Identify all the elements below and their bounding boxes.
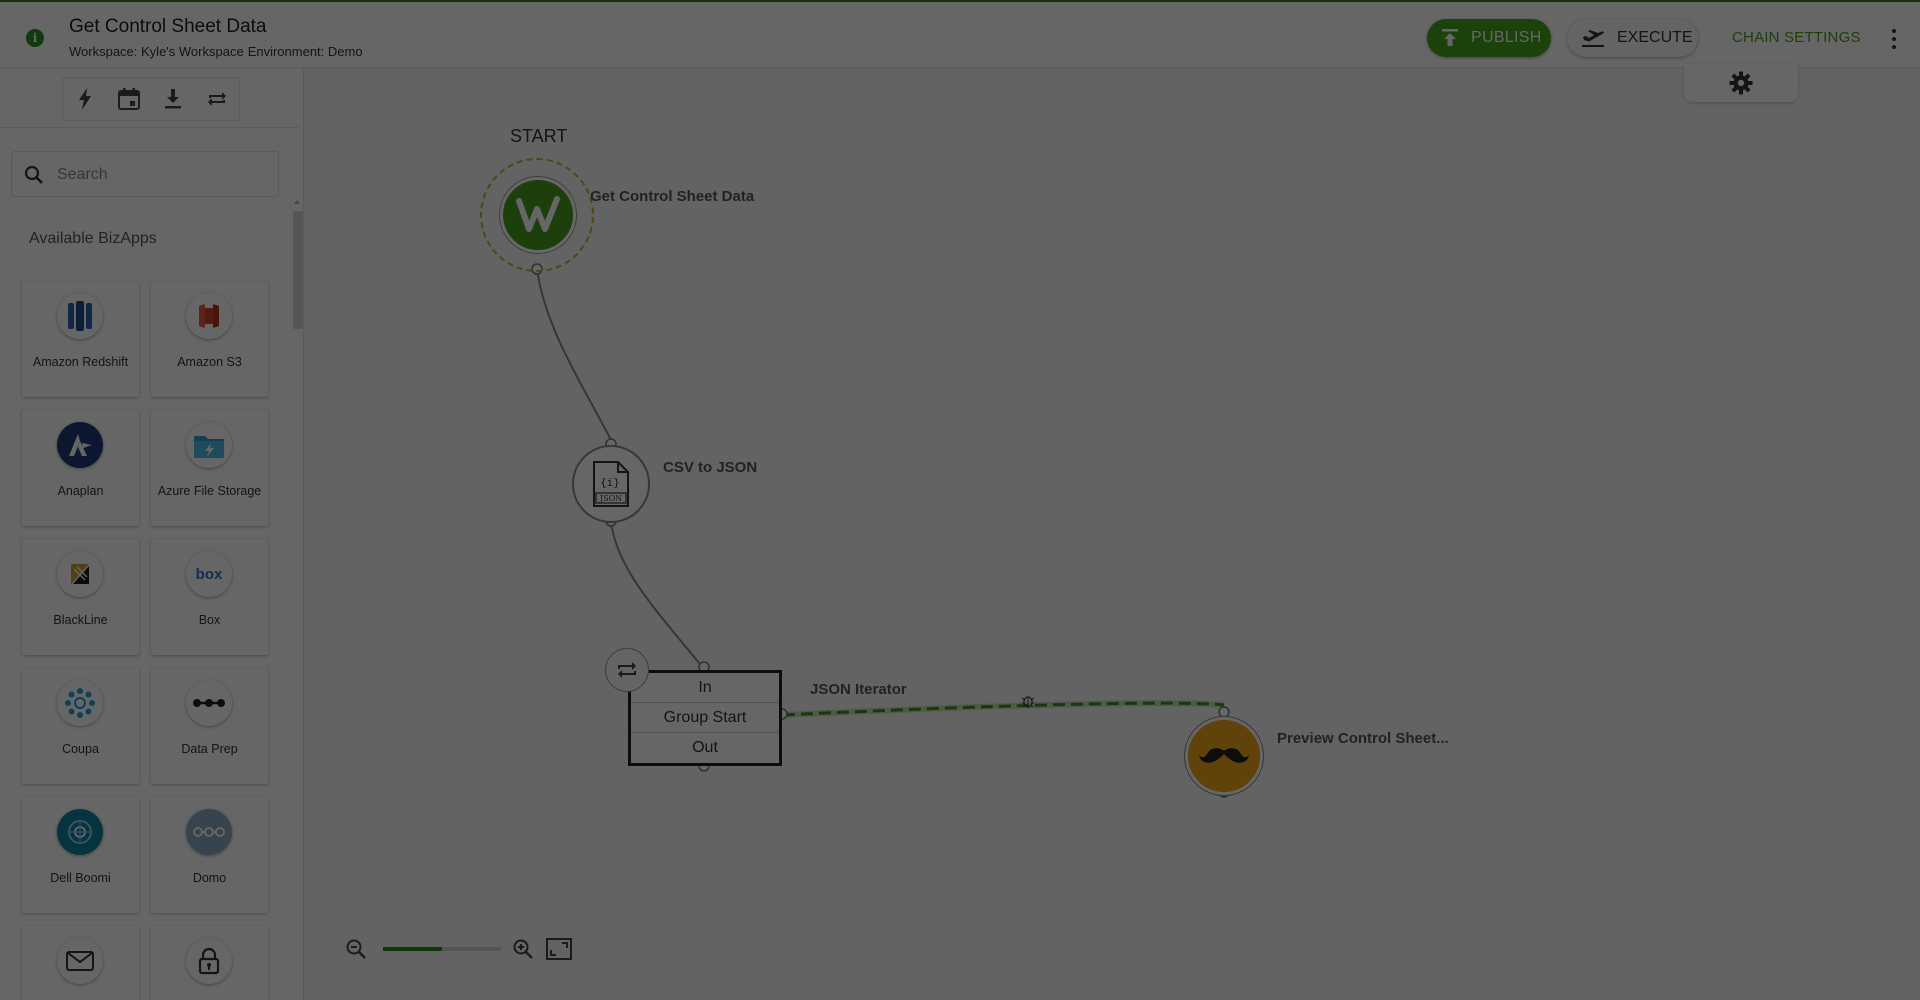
bizapp-card-azure-file-storage[interactable]: Azure File Storage [151,410,268,526]
zoom-slider-fill [383,947,442,951]
bizapp-label: Anaplan [57,484,104,498]
start-node[interactable] [500,177,576,253]
info-icon[interactable]: i [26,29,44,47]
search-box[interactable] [11,151,279,197]
workspace-label: Workspace: Kyle's Workspace [69,44,244,59]
bizapp-label: Domo [192,871,227,885]
zoom-slider[interactable] [383,947,501,951]
start-label: START [510,126,568,146]
bizapp-card-coupa[interactable]: Coupa [22,668,139,784]
anaplan-icon [57,422,103,468]
trigger-event-button[interactable] [63,78,107,120]
workiva-logo-icon [516,196,560,232]
trigger-loop-button[interactable] [195,78,239,120]
bizapp-card-lock[interactable] [151,926,268,1000]
bizapp-card-amazon-s3[interactable]: Amazon S3 [151,281,268,397]
group-start-row[interactable]: Group Start [631,703,779,733]
bizapp-card-domo[interactable]: Domo [151,797,268,913]
json-file-icon: {i} JSON [593,461,629,507]
calendar-icon [118,88,140,110]
fit-to-screen-icon[interactable] [546,938,572,960]
section-title: Available BizApps [29,230,157,247]
amazon-redshift-icon [57,293,103,339]
publish-icon [1442,29,1458,46]
mustache-icon [1199,748,1249,763]
lightning-icon [79,88,91,110]
box-icon: box [186,551,232,597]
gear-icon [1729,71,1753,95]
publish-label: PUBLISH [1471,29,1542,46]
svg-text:box: box [196,566,223,583]
svg-text:{i}: {i} [600,476,620,489]
bizapp-card-blackline[interactable]: BlackLine [22,539,139,655]
airplane-takeoff-icon [1582,30,1604,47]
preview-node-label: Preview Control Sheet... [1277,730,1449,747]
bizapp-label: Coupa [62,742,99,756]
bizapp-label: BlackLine [53,613,108,627]
wire-csv-to-group [610,521,705,670]
amazon-s3-icon [186,293,232,339]
divider [0,127,300,128]
data-prep-icon [186,680,232,726]
bizapp-label: Dell Boomi [50,871,111,885]
execute-label: EXECUTE [1617,29,1693,46]
csv-node-label: CSV to JSON [663,459,758,476]
bizapp-label: Amazon Redshift [32,355,129,369]
workflow-canvas[interactable]: START Get Control Sheet Data {i} JSON CS… [305,69,1920,1000]
bizapp-label: Amazon S3 [177,355,242,369]
scroll-up-arrow[interactable] [294,200,300,204]
zoom-controls [345,938,577,960]
json-icon-text: JSON [599,494,622,503]
trigger-toolbar [62,77,240,121]
bizapp-card-dell-boomi[interactable]: Dell Boomi [22,797,139,913]
blackline-icon [57,551,103,597]
bizapp-label: Azure File Storage [157,484,262,498]
start-node-label: Get Control Sheet Data [590,188,755,205]
email-icon [57,938,103,984]
environment-label: Environment: Demo [247,44,363,59]
search-icon [24,165,43,184]
repeat-icon [618,662,636,678]
bizapp-card-data-prep[interactable]: Data Prep [151,668,268,784]
sidebar-scrollbar[interactable] [293,211,303,329]
page-title: Get Control Sheet Data [69,16,267,37]
iterator-label: JSON Iterator [810,681,907,698]
preview-node[interactable] [1185,717,1263,795]
lock-icon [186,938,232,984]
canvas-settings-button[interactable] [1684,64,1798,102]
coupa-icon [57,680,103,726]
wire-start-to-csv [536,268,612,441]
bizapp-label: Data Prep [181,742,238,756]
group-out-row[interactable]: Out [631,733,779,763]
bizapp-card-anaplan[interactable]: Anaplan [22,410,139,526]
bizapps-sidebar: Available BizApps Amazon Redshift Amazon… [0,69,304,1000]
zoom-in-icon[interactable] [512,938,534,960]
bug-icon[interactable] [1021,696,1035,708]
search-input[interactable] [57,162,267,188]
bizapp-card-amazon-redshift[interactable]: Amazon Redshift [22,281,139,397]
dell-boomi-icon [57,809,103,855]
more-options-icon[interactable] [1891,29,1897,49]
app-header: i Get Control Sheet Data Workspace: Kyle… [0,0,1920,68]
loop-badge[interactable] [605,648,649,692]
domo-icon [186,809,232,855]
azure-file-storage-icon [186,422,232,468]
chain-settings-link[interactable]: CHAIN SETTINGS [1732,29,1861,46]
connector-port[interactable] [1218,706,1230,718]
group-node[interactable]: In Group Start Out [628,670,782,766]
bizapp-card-box[interactable]: box Box [151,539,268,655]
trigger-download-button[interactable] [151,78,195,120]
bizapp-card-email[interactable] [22,926,139,1000]
bizapp-label: Box [198,613,221,627]
zoom-out-icon[interactable] [345,938,367,960]
execute-button[interactable]: EXECUTE [1567,19,1698,57]
trigger-schedule-button[interactable] [107,78,151,120]
publish-button[interactable]: PUBLISH [1427,19,1551,57]
download-icon [165,89,181,109]
csv-to-json-node[interactable]: {i} JSON [572,445,650,523]
group-in-row[interactable]: In [631,673,779,703]
workspace-info: Workspace: Kyle's Workspace Environment: … [69,44,363,59]
repeat-icon [208,92,226,106]
